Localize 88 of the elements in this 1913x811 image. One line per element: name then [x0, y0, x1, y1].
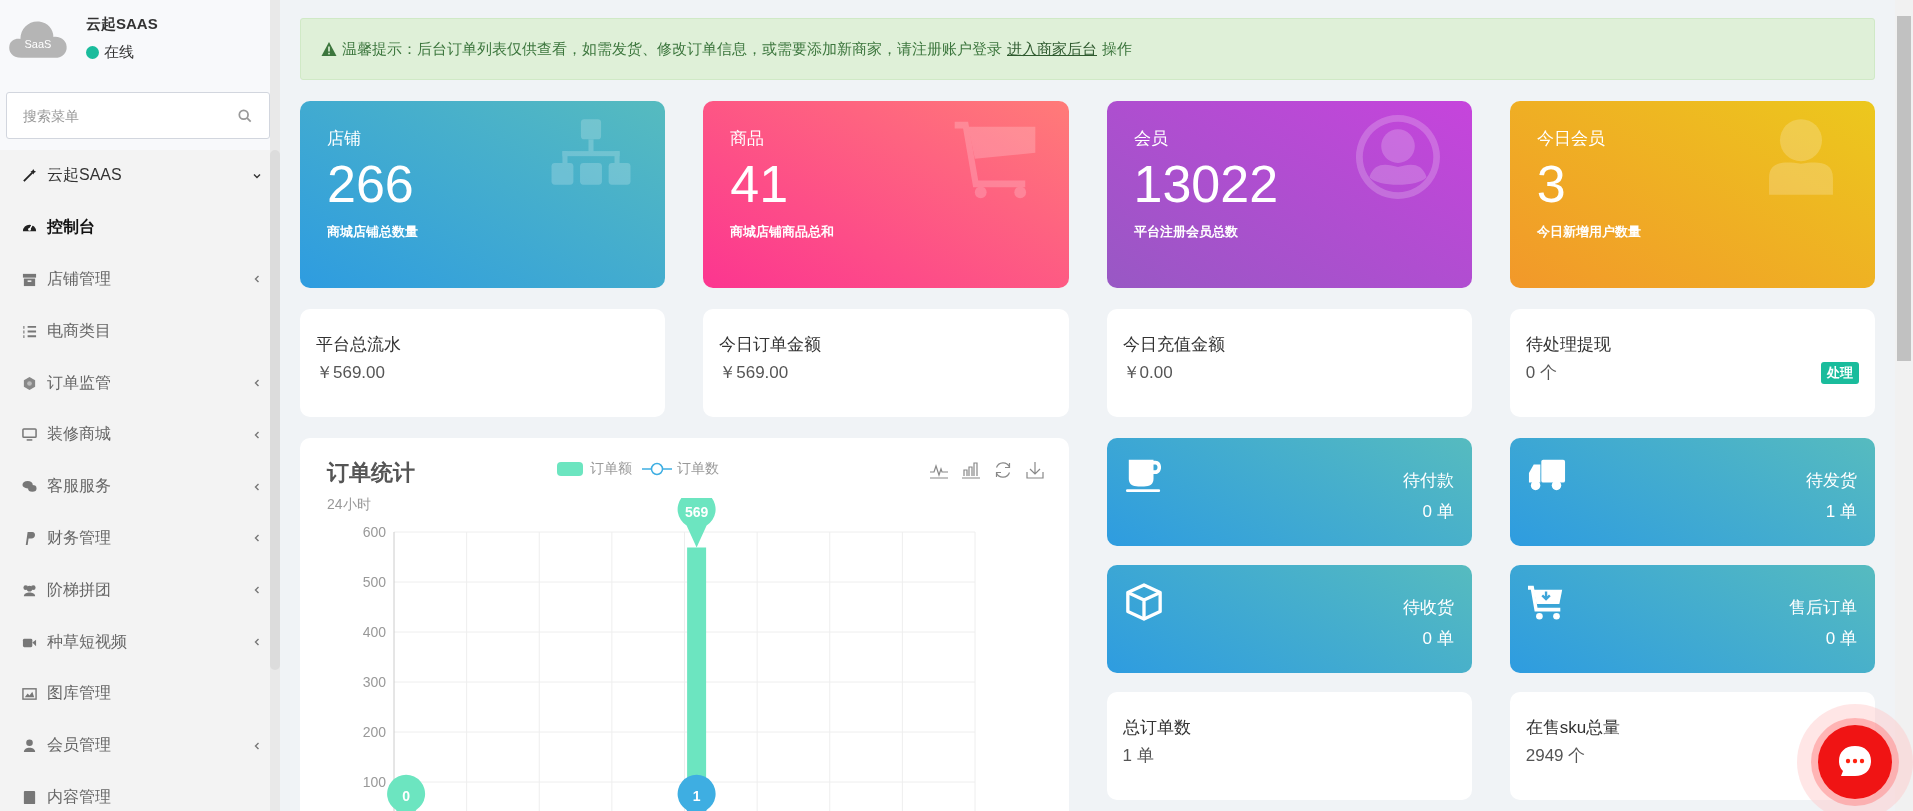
menu-item[interactable]: 客服服务 — [0, 460, 270, 513]
wand-icon — [22, 168, 37, 184]
totals-title: 在售sku总量 — [1525, 717, 1622, 739]
stat-title: 店铺 — [327, 128, 362, 150]
totals-value: 2949 个 — [1525, 745, 1587, 767]
order-status-count: 0 单 — [1824, 627, 1857, 650]
value-pin: 569 — [677, 498, 716, 548]
warning-icon — [321, 41, 337, 57]
stat-caption: 商城店铺商品总和 — [730, 223, 836, 242]
online-status: 在线 — [104, 42, 134, 62]
stat-value: 13022 — [1133, 156, 1280, 214]
menu-item[interactable]: 订单监管 — [0, 357, 270, 409]
chevron-left-icon[interactable] — [252, 378, 262, 389]
notice-suffix: 操作 — [1102, 39, 1132, 59]
chevron-left-icon[interactable] — [252, 429, 262, 440]
cube-icon — [1124, 583, 1163, 621]
y-tick-label: 200 — [362, 724, 386, 740]
stat-value: 41 — [730, 156, 790, 214]
order-status-label: 待发货 — [1806, 470, 1857, 492]
value-pin: 1 — [677, 774, 716, 811]
users-icon — [22, 582, 37, 598]
chevron-left-icon[interactable] — [252, 585, 262, 596]
summary-value: 0 个 — [1525, 362, 1557, 384]
notice-text: 温馨提示：后台订单列表仅供查看，如需发货、修改订单信息，或需要添加新商家，请注册账户登录 — [342, 39, 1002, 59]
menu-item[interactable]: 云起SAAS — [0, 150, 270, 202]
stat-caption: 平台注册会员总数 — [1133, 223, 1239, 242]
chat-icon — [22, 479, 37, 495]
menu-item[interactable]: 装修商城 — [0, 409, 270, 461]
summary-value: ￥569.00 — [316, 362, 385, 384]
online-dot — [86, 45, 99, 59]
menu-item[interactable]: 图库管理 — [0, 667, 270, 720]
menu-item[interactable]: 会员管理 — [0, 719, 270, 772]
legend-item[interactable]: 订单额 — [555, 460, 632, 478]
stat-value: 3 — [1536, 156, 1567, 214]
bar-chart-icon[interactable] — [960, 460, 981, 480]
stat-title: 会员 — [1133, 128, 1169, 150]
list-icon — [22, 323, 37, 339]
summary-value: ￥569.00 — [719, 362, 789, 384]
chevron-left-icon[interactable] — [252, 274, 262, 285]
y-tick-label: 600 — [362, 524, 386, 540]
menu-item[interactable]: 种草短视频 — [0, 616, 270, 668]
search-icon[interactable] — [238, 109, 252, 123]
summary-title: 今日订单金额 — [719, 334, 823, 356]
y-tick-label: 500 — [362, 574, 386, 590]
summary-value: ￥0.00 — [1122, 362, 1173, 384]
totals-title: 总订单数 — [1122, 717, 1192, 739]
monitor-icon — [22, 427, 37, 443]
menu-item[interactable]: 控制台 — [0, 201, 270, 254]
order-status-count: 1 单 — [1824, 500, 1857, 523]
menu-item[interactable]: 店铺管理 — [0, 253, 270, 306]
y-tick-label: 300 — [362, 674, 386, 690]
menu-item[interactable]: 内容管理 — [0, 771, 270, 811]
stat-caption: 今日新增用户数量 — [1536, 223, 1642, 242]
summary-title: 待处理提现 — [1525, 334, 1612, 356]
totals-value: 1 单 — [1122, 745, 1155, 767]
order-status-label: 待收货 — [1402, 597, 1454, 619]
order-status-label: 售后订单 — [1789, 597, 1857, 619]
summary-title: 平台总流水 — [316, 334, 402, 356]
brand-name: 云起SAAS — [86, 14, 158, 34]
order-status-label: 待付款 — [1402, 470, 1454, 492]
chart-subtitle: 24小时 — [327, 496, 372, 514]
search-field[interactable]: 搜索菜单 — [6, 92, 270, 139]
chevron-left-icon[interactable] — [252, 533, 262, 544]
stat-title: 商品 — [730, 128, 766, 150]
page-scrollbar[interactable] — [1895, 0, 1913, 811]
value-pin: 0 — [387, 774, 426, 811]
menu-item[interactable]: 财务管理 — [0, 512, 270, 565]
chevron-left-icon[interactable] — [252, 740, 262, 751]
box-icon — [22, 272, 37, 287]
image-icon — [22, 686, 37, 702]
download-icon[interactable] — [1024, 460, 1045, 480]
y-tick-label: 400 — [362, 624, 386, 640]
chevron-left-icon[interactable] — [252, 481, 262, 492]
menu-item[interactable]: 电商类目 — [0, 305, 270, 358]
summary-title: 今日充值金额 — [1122, 334, 1226, 356]
order-status-count: 0 单 — [1421, 627, 1454, 650]
user-icon — [22, 738, 37, 754]
stat-title: 今日会员 — [1536, 128, 1606, 150]
stat-caption: 商城店铺总数量 — [327, 223, 419, 242]
chart-title: 订单统计 — [327, 459, 415, 487]
merchant-backend-link[interactable]: 进入商家后台 — [1007, 39, 1097, 59]
legend-item[interactable]: 订单数 — [642, 460, 719, 478]
chevron-left-icon[interactable] — [252, 637, 262, 648]
order-status-count: 0 单 — [1421, 500, 1454, 523]
y-tick-label: 100 — [362, 774, 386, 790]
stat-value: 266 — [327, 156, 415, 214]
menu-item[interactable]: 阶梯拼团 — [0, 564, 270, 617]
sidebar-scrollbar[interactable] — [270, 0, 280, 811]
